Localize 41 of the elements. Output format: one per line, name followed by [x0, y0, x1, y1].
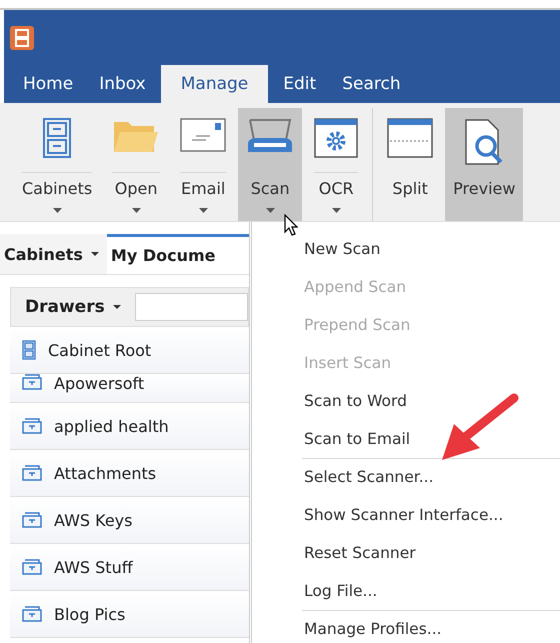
- caret-icon: [132, 208, 141, 213]
- cabinet-icon: [22, 340, 36, 360]
- ribbon-tab[interactable]: Edit: [272, 65, 328, 103]
- caret-icon: [266, 208, 275, 213]
- drawer-icon: [22, 465, 42, 481]
- caret-icon: [198, 208, 208, 213]
- ribbon-button[interactable]: Split: [379, 108, 442, 221]
- caret-icon: [112, 305, 121, 309]
- menu-item[interactable]: Log File...: [252, 572, 560, 610]
- ribbon-tab[interactable]: Manage: [160, 65, 268, 103]
- caret-icon: [90, 252, 99, 256]
- ribbon-button[interactable]: Email: [172, 108, 234, 221]
- settings-window-icon: [314, 118, 358, 158]
- ribbon-button[interactable]: Scan: [238, 108, 302, 221]
- panel-tab[interactable]: Cabinets: [0, 234, 107, 274]
- drawer-icon: [22, 559, 42, 575]
- ribbon-button[interactable]: Open: [104, 108, 168, 221]
- split-page-icon: [387, 118, 434, 158]
- menu-item[interactable]: Scan to Email: [252, 420, 560, 458]
- drawer-filter-field[interactable]: [134, 293, 248, 321]
- drawer-icon: [22, 606, 42, 622]
- drawers-dropdown[interactable]: Drawers: [25, 297, 105, 317]
- ribbon-button[interactable]: Preview: [445, 108, 524, 221]
- menu-item[interactable]: Scan to Word: [252, 382, 560, 420]
- drawer-icon: [22, 418, 42, 434]
- ribbon-button[interactable]: OCR: [306, 108, 366, 221]
- menu-item[interactable]: Show Scanner Interface...: [252, 496, 560, 534]
- ribbon-tab[interactable]: Search: [331, 65, 412, 103]
- drawer-icon: [22, 512, 42, 528]
- ribbon-tab[interactable]: Home: [12, 65, 84, 103]
- ribbon-button[interactable]: Cabinets: [14, 108, 100, 221]
- envelope-icon: [180, 118, 226, 152]
- drawer-row[interactable]: Apowersoft: [10, 374, 249, 403]
- caret-icon: [332, 208, 341, 213]
- ribbon-tab[interactable]: Inbox: [88, 65, 157, 103]
- drawer-icon: [22, 374, 42, 390]
- menu-item[interactable]: New Scan: [252, 230, 560, 268]
- menu-item[interactable]: Reset Scanner: [252, 534, 560, 572]
- cabinet-icon: [43, 118, 72, 158]
- app-icon[interactable]: [10, 26, 34, 50]
- caret-icon: [52, 208, 62, 213]
